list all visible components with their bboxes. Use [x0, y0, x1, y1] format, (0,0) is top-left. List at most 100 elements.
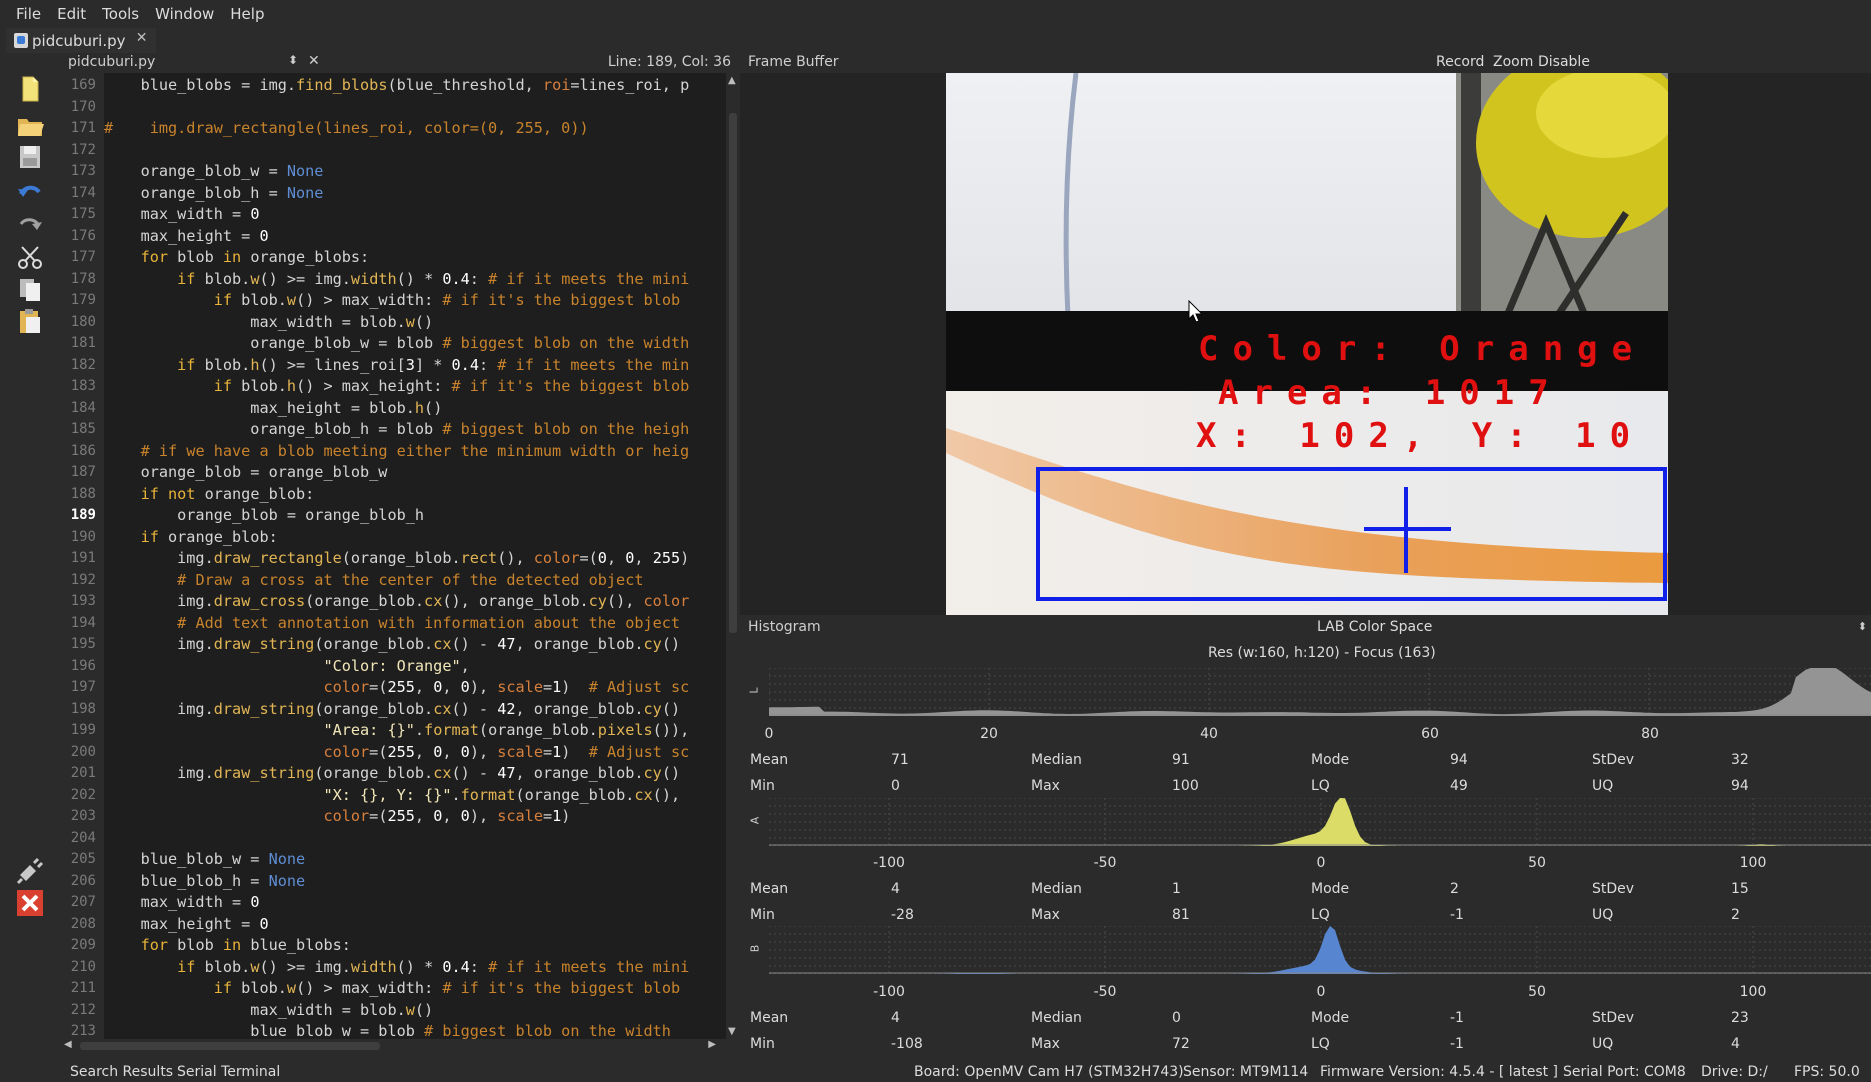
menu-help[interactable]: Help [222, 5, 272, 23]
file-switch-icon[interactable]: ⬍ [288, 53, 298, 67]
code-line[interactable]: if not orange_blob: [104, 484, 315, 505]
code-line[interactable]: max_height = 0 [104, 914, 269, 935]
line-number: 176 [70, 227, 96, 244]
close-tab-icon[interactable]: ✕ [136, 30, 148, 46]
cut-button[interactable] [14, 241, 46, 273]
code-line[interactable]: img.draw_cross(orange_blob.cx(), orange_… [104, 591, 689, 612]
menu-window[interactable]: Window [147, 5, 222, 23]
code-line[interactable]: # Draw a cross at the center of the dete… [104, 570, 643, 591]
code-line[interactable]: for blob in orange_blobs: [104, 247, 370, 268]
paste-button[interactable] [14, 305, 46, 337]
code-editor[interactable]: blue_blobs = img.find_blobs(blue_thresho… [104, 73, 726, 1039]
code-line[interactable]: if blob.w() >= img.width() * 0.4: # if i… [104, 957, 689, 978]
code-line[interactable]: blue_blob_w = blob # biggest blob on the… [104, 1021, 671, 1039]
undo-button[interactable] [14, 177, 46, 209]
color-space-select[interactable]: LAB Color Space [1317, 619, 1432, 635]
serial-terminal-tab[interactable]: Serial Terminal [177, 1064, 280, 1080]
code-line[interactable]: max_width = 0 [104, 892, 260, 913]
scroll-down-icon[interactable]: ▼ [728, 1026, 736, 1037]
save-file-button[interactable] [14, 141, 46, 173]
stat-label: Max [1031, 1036, 1060, 1052]
board-info[interactable]: Board: OpenMV Cam H7 (STM32H743) [914, 1064, 1184, 1080]
stat-value: 81 [1172, 907, 1190, 923]
scroll-up-icon[interactable]: ▲ [728, 75, 736, 86]
code-line[interactable]: img.draw_rectangle(orange_blob.rect(), c… [104, 548, 689, 569]
line-number: 200 [70, 743, 96, 760]
menu-tools[interactable]: Tools [94, 5, 147, 23]
code-line[interactable]: if blob.h() > max_height: # if it's the … [104, 376, 690, 397]
scroll-left-icon[interactable]: ◀ [64, 1039, 72, 1050]
line-number: 199 [70, 722, 96, 738]
record-button[interactable]: Record [1436, 54, 1484, 70]
line-number: 178 [70, 270, 96, 287]
code-line[interactable]: "Area: {}".format(orange_blob.pixels()), [104, 720, 689, 741]
code-line[interactable]: max_width = blob.w() [104, 1000, 433, 1021]
code-line[interactable]: color=(255, 0, 0), scale=1) [104, 806, 570, 827]
open-file-button[interactable] [14, 109, 46, 141]
code-line[interactable]: # if we have a blob meeting either the m… [104, 441, 690, 462]
line-number: 173 [70, 163, 96, 179]
line-number: 212 [70, 1001, 96, 1018]
firmware-version[interactable]: Firmware Version: 4.5.4 - [ latest ] [1320, 1064, 1558, 1080]
editor-file-name: pidcuburi.py [68, 54, 156, 70]
code-line[interactable]: "Color: Orange", [104, 656, 469, 677]
line-number: 205 [70, 851, 96, 867]
drive-info[interactable]: Drive: D:/ [1701, 1064, 1768, 1080]
stat-value: 4 [1731, 1036, 1740, 1052]
code-line[interactable]: for blob in blue_blobs: [104, 935, 351, 956]
connect-button[interactable] [14, 855, 46, 887]
search-results-tab[interactable]: Search Results [70, 1064, 173, 1080]
copy-button[interactable] [14, 273, 46, 305]
code-line[interactable]: max_height = 0 [104, 226, 269, 247]
redo-button[interactable] [14, 209, 46, 241]
code-line[interactable]: blue_blob_w = None [104, 849, 306, 870]
new-file-button[interactable] [14, 73, 46, 105]
code-line[interactable]: img.draw_string(orange_blob.cx() - 47, o… [104, 763, 680, 784]
python-file-icon [14, 33, 28, 48]
stop-button[interactable] [14, 887, 46, 919]
code-line[interactable]: if blob.w() >= img.width() * 0.4: # if i… [104, 269, 689, 290]
file-tab[interactable]: pidcuburi.py ✕ [6, 28, 156, 53]
scrollbar-thumb[interactable] [80, 1042, 380, 1050]
menu-file[interactable]: File [8, 5, 49, 23]
editor-vertical-scrollbar[interactable]: ▲ ▼ [726, 73, 740, 1039]
code-line[interactable]: color=(255, 0, 0), scale=1) # Adjust sc [104, 677, 689, 698]
scroll-right-icon[interactable]: ▶ [708, 1039, 716, 1050]
code-line[interactable]: # Add text annotation with information a… [104, 613, 680, 634]
editor-horizontal-scrollbar[interactable]: ◀ ▶ [56, 1039, 726, 1053]
code-line[interactable]: orange_blob = orange_blob_w [104, 462, 388, 483]
code-line[interactable]: if blob.w() > max_width: # if it's the b… [104, 978, 680, 999]
code-line[interactable]: max_width = 0 [104, 204, 260, 225]
code-line[interactable]: if blob.h() >= lines_roi[3] * 0.4: # if … [104, 355, 689, 376]
code-line[interactable]: color=(255, 0, 0), scale=1) # Adjust sc [104, 742, 689, 763]
serial-port[interactable]: Serial Port: COM8 [1563, 1064, 1686, 1080]
line-number: 186 [70, 442, 96, 459]
code-line[interactable]: max_width = blob.w() [104, 312, 433, 333]
menu-edit[interactable]: Edit [49, 5, 94, 23]
stat-value: 2 [1731, 907, 1740, 923]
code-line[interactable]: max_height = blob.h() [104, 398, 442, 419]
code-line[interactable]: img.draw_string(orange_blob.cx() - 42, o… [104, 699, 680, 720]
code-line[interactable]: "X: {}, Y: {}".format(orange_blob.cx(), [104, 785, 680, 806]
zoom-button[interactable]: Zoom [1493, 54, 1533, 70]
close-editor-icon[interactable]: ✕ [308, 53, 320, 69]
disable-button[interactable]: Disable [1538, 54, 1590, 70]
code-line[interactable]: img.draw_string(orange_blob.cx() - 47, o… [104, 634, 680, 655]
code-line[interactable]: blue_blob_h = None [104, 871, 306, 892]
stat-value: 91 [1172, 752, 1190, 768]
code-line[interactable]: orange_blob = orange_blob_h [104, 505, 424, 526]
color-space-dropdown-icon[interactable]: ⬍ [1858, 620, 1867, 633]
stat-value: -28 [891, 907, 914, 923]
code-line[interactable]: orange_blob_w = None [104, 161, 324, 182]
code-line[interactable]: blue_blobs = img.find_blobs(blue_thresho… [104, 75, 690, 96]
code-line[interactable]: # img.draw_rectangle(lines_roi, color=(0… [104, 118, 589, 139]
code-line[interactable]: if orange_blob: [104, 527, 278, 548]
editor-header: pidcuburi.py ⬍ ✕ Line: 189, Col: 36 [56, 53, 739, 73]
code-line[interactable]: orange_blob_h = blob # biggest blob on t… [104, 419, 689, 440]
code-line[interactable]: if blob.w() > max_width: # if it's the b… [104, 290, 680, 311]
scrollbar-thumb[interactable] [729, 113, 737, 633]
code-line[interactable]: orange_blob_h = None [104, 183, 324, 204]
code-line[interactable]: orange_blob_w = blob # biggest blob on t… [104, 333, 689, 354]
undo-icon [18, 185, 41, 197]
line-number: 207 [70, 894, 96, 910]
